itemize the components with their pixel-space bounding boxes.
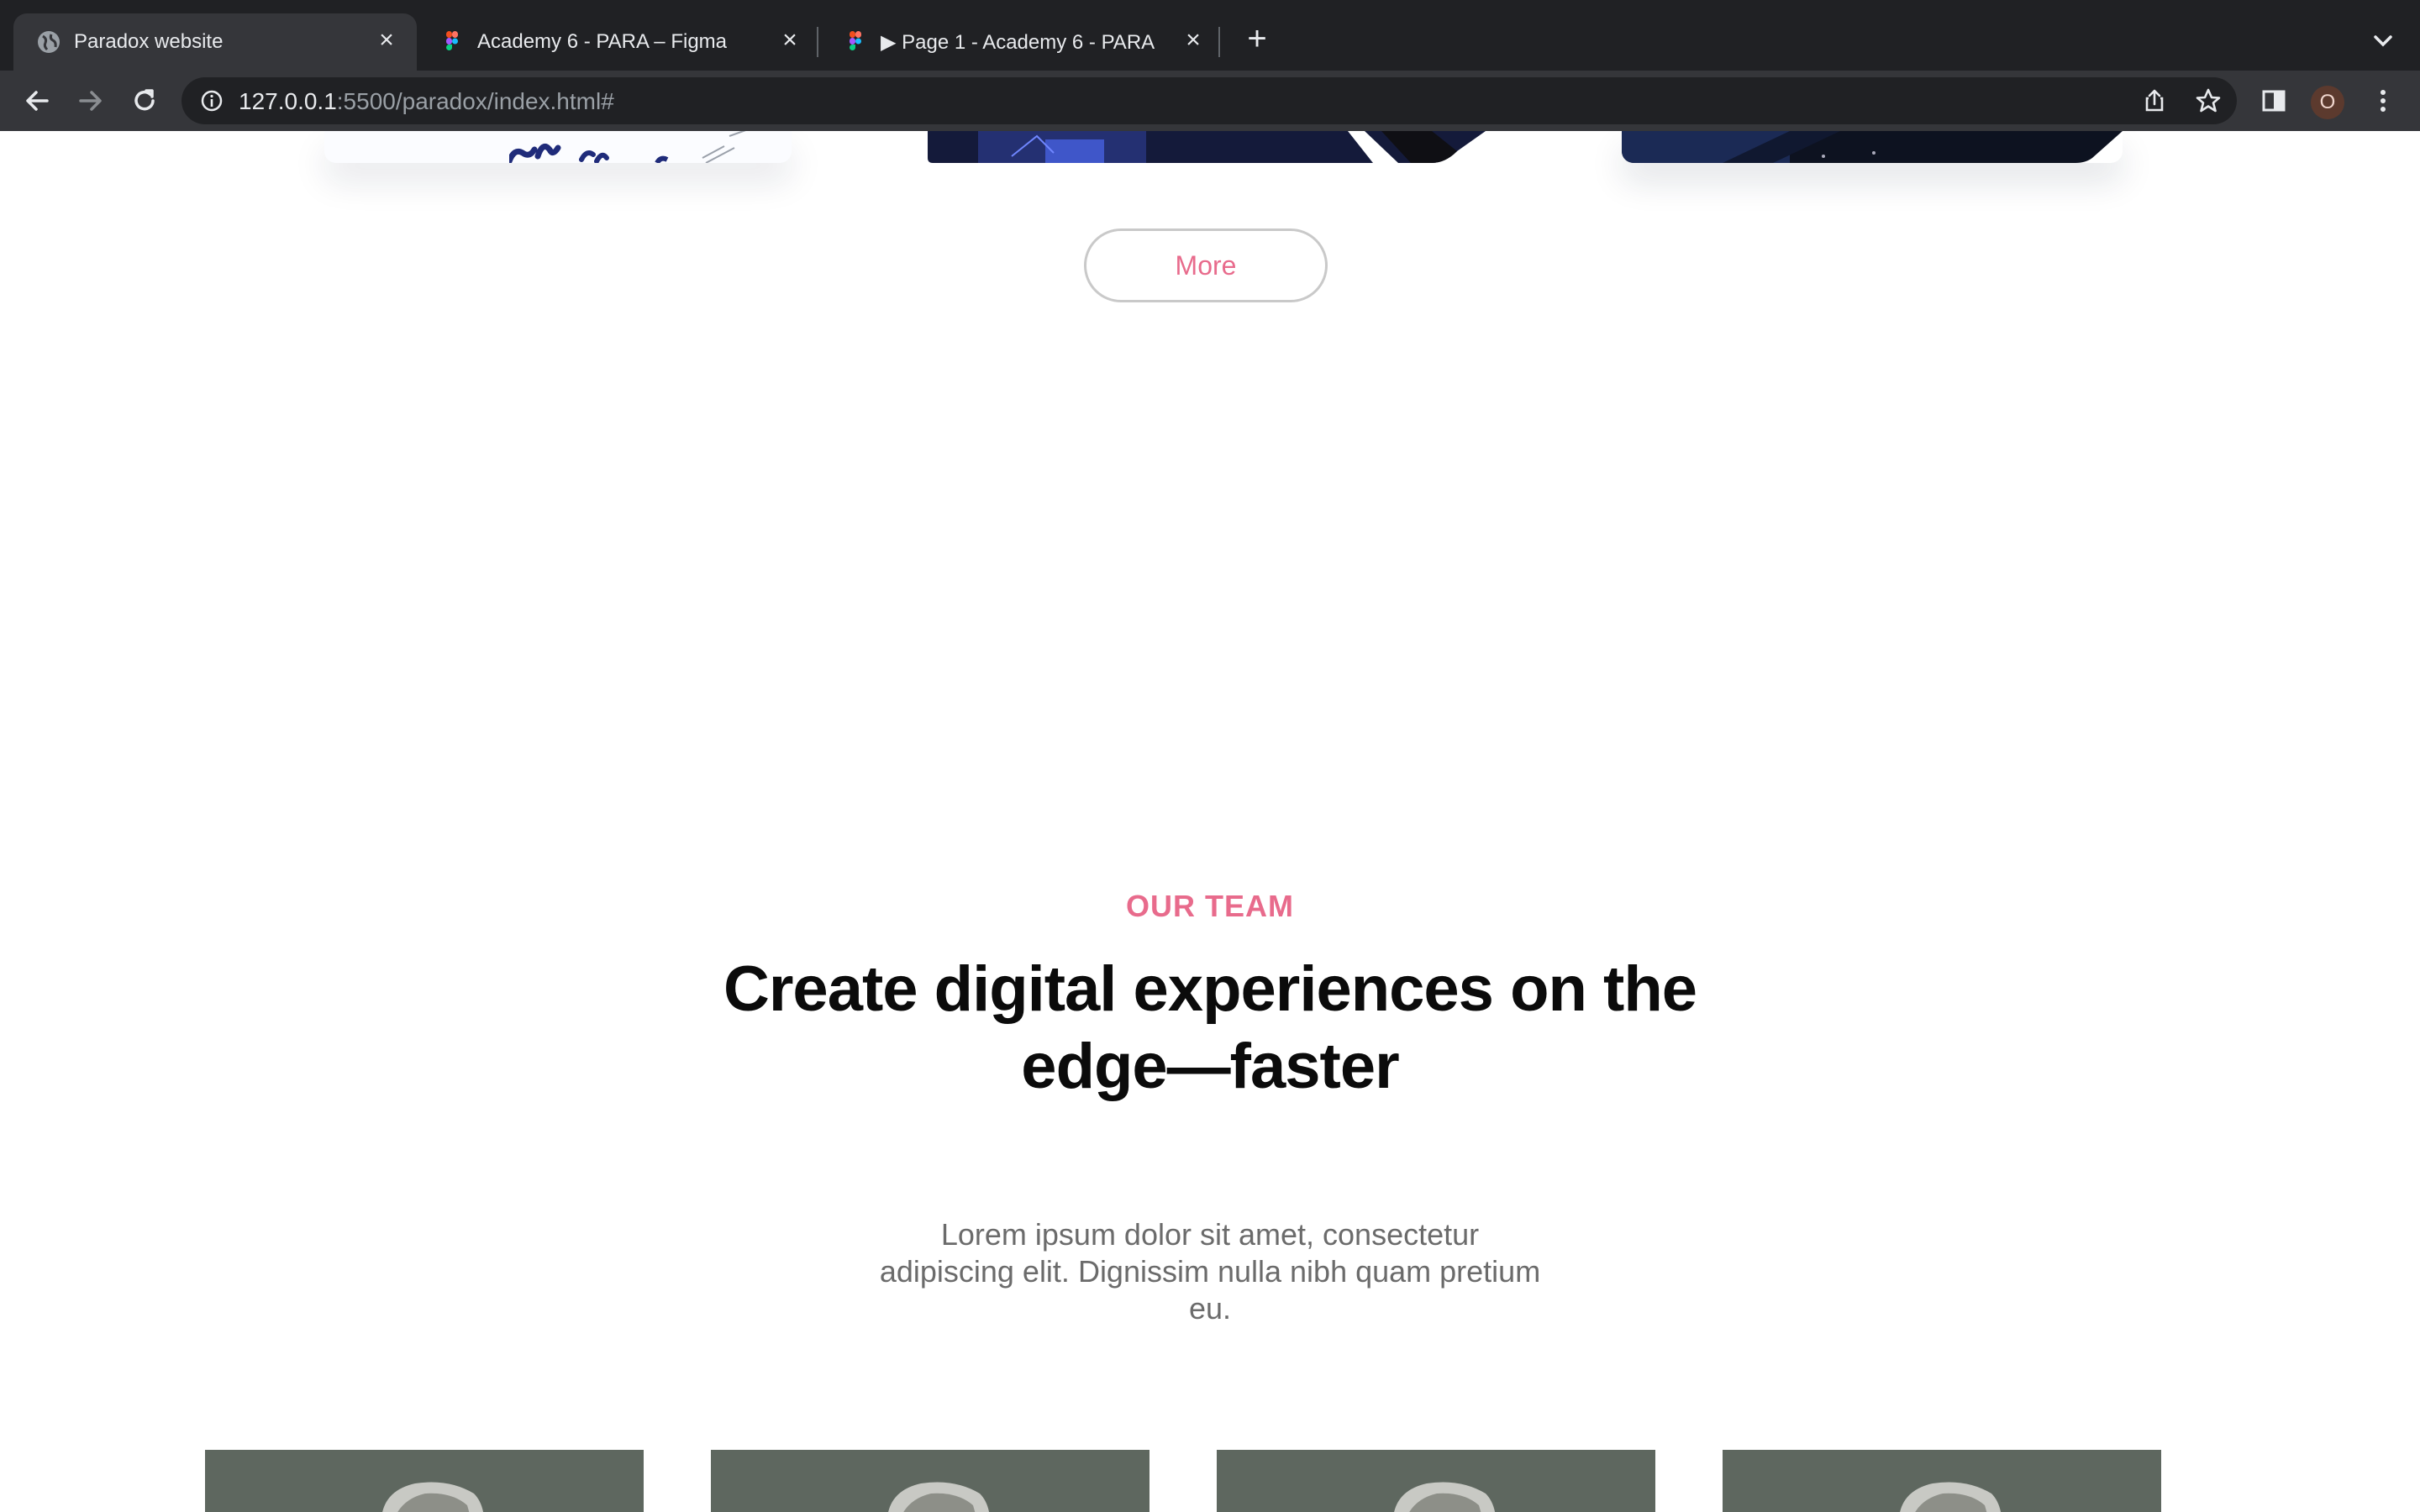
profile-avatar[interactable]: O [2311, 86, 2344, 119]
tab-paradox-website[interactable]: Paradox website × [13, 13, 417, 71]
team-member-image [711, 1450, 1150, 1512]
team-member-photo[interactable] [1723, 1450, 2161, 1512]
team-section-description: Lorem ipsum dolor sit amet, consectetur … [879, 1217, 1541, 1326]
tab-divider [1218, 27, 1220, 57]
browser-toolbar: 127.0.0.1:5500/paradox/index.html# O [0, 71, 2420, 131]
tab-strip: Paradox website × Academy 6 - PARA – Fig… [0, 0, 2420, 71]
figma-icon [850, 31, 861, 50]
more-menu-icon[interactable] [2366, 84, 2400, 118]
tab-figma-page[interactable]: ▶ Page 1 - Academy 6 - PARA × [820, 13, 1223, 71]
tab-title: Paradox website [74, 30, 224, 53]
portfolio-card-1[interactable] [324, 131, 792, 163]
reload-icon[interactable] [128, 84, 161, 118]
close-tab-icon[interactable]: × [1180, 27, 1207, 54]
forward-arrow-icon[interactable] [74, 84, 108, 118]
url-text[interactable]: 127.0.0.1:5500/paradox/index.html# [239, 88, 614, 115]
url-host: 127.0.0.1 [239, 88, 337, 114]
site-info-icon[interactable] [198, 87, 225, 114]
team-member-image [1723, 1450, 2161, 1512]
url-path: :5500/paradox/index.html# [336, 88, 614, 114]
bookmark-star-icon[interactable] [2191, 84, 2225, 118]
back-arrow-icon[interactable] [20, 84, 54, 118]
team-section-headline: Create digital experiences on the edge—f… [723, 953, 1697, 1102]
card-artwork-image [509, 131, 746, 163]
figma-icon [446, 31, 458, 50]
side-panel-icon[interactable] [2257, 84, 2291, 118]
team-section-eyebrow: OUR TEAM [1126, 889, 1294, 923]
team-member-image [1217, 1450, 1655, 1512]
team-member-photo[interactable] [1217, 1450, 1655, 1512]
new-tab-button[interactable]: + [1240, 22, 1274, 55]
portfolio-card-2[interactable] [928, 131, 1486, 163]
share-icon[interactable] [2138, 84, 2171, 118]
tab-figma-academy[interactable]: Academy 6 - PARA – Figma × [417, 13, 820, 71]
portfolio-card-3[interactable] [1622, 131, 2123, 163]
close-tab-icon[interactable]: × [373, 27, 400, 54]
tab-title: ▶ Page 1 - Academy 6 - PARA [881, 31, 1155, 54]
address-bar[interactable]: 127.0.0.1:5500/paradox/index.html# [182, 77, 2237, 124]
team-member-photo[interactable] [711, 1450, 1150, 1512]
team-member-photo[interactable] [205, 1450, 644, 1512]
more-button[interactable]: More [1084, 228, 1328, 302]
team-member-image [205, 1450, 644, 1512]
tab-title: Academy 6 - PARA – Figma [477, 30, 727, 53]
tab-divider [817, 27, 818, 57]
tab-search-chevron-icon[interactable] [2366, 24, 2400, 57]
globe-icon [38, 31, 60, 53]
close-tab-icon[interactable]: × [776, 27, 803, 54]
page-viewport: More OUR TEAM Create digital experiences… [0, 131, 2420, 1512]
